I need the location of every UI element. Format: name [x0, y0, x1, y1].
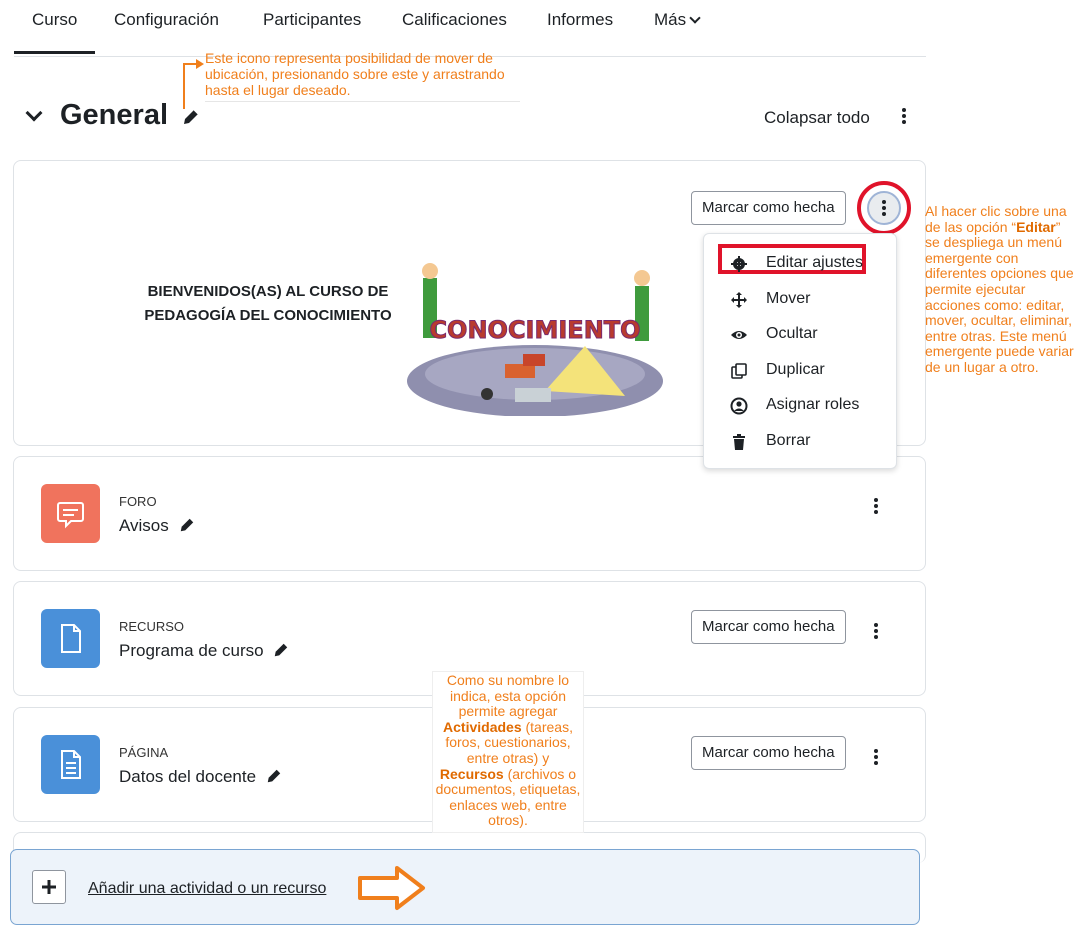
move-arrows-icon — [731, 292, 747, 308]
chat-bubble-icon — [57, 502, 84, 529]
section-kebab-icon[interactable] — [902, 108, 906, 126]
forum-activity-icon — [41, 484, 100, 543]
activity-name-text: Avisos — [119, 516, 169, 535]
menu-item-mover[interactable]: Mover — [730, 290, 810, 308]
collapse-all-link[interactable]: Colapsar todo — [764, 108, 870, 128]
menu-item-label: Mover — [766, 290, 811, 307]
activity-name[interactable]: Avisos — [119, 516, 195, 536]
pencil-icon[interactable] — [266, 768, 282, 784]
activity-name-text: Programa de curso — [119, 641, 264, 660]
activity-name-text: Datos del docente — [119, 767, 257, 786]
add-activity-box[interactable]: Añadir una actividad o un recurso — [10, 849, 920, 925]
pencil-icon[interactable] — [179, 517, 195, 533]
tab-calificaciones[interactable]: Calificaciones — [402, 10, 507, 30]
trash-icon — [733, 434, 745, 450]
welcome-text: BIENVENIDOS(AS) AL CURSO DE PEDAGOGÍA DE… — [144, 283, 392, 324]
resource-activity-icon — [41, 609, 100, 668]
menu-item-label: Ocultar — [766, 325, 818, 342]
activity-type: PÁGINA — [119, 745, 169, 760]
menu-item-label: Asignar roles — [766, 396, 860, 413]
annotation-bold: Editar — [1016, 218, 1056, 235]
activity-kebab-icon[interactable] — [874, 749, 878, 767]
activity-kebab-icon[interactable] — [874, 498, 878, 516]
file-icon — [61, 624, 81, 653]
annotation-move-icon: Este icono representa posibilidad de mov… — [205, 50, 520, 102]
section-title: General — [60, 99, 200, 132]
menu-item-ocultar[interactable]: Ocultar — [730, 325, 818, 343]
annotation-edit-menu: Al hacer clic sobre una de las opción “E… — [925, 203, 1077, 376]
plus-icon — [42, 880, 56, 894]
menu-item-asignar-roles[interactable]: Asignar roles — [730, 396, 860, 415]
page-activity-icon — [41, 735, 100, 794]
tab-mas[interactable]: Más — [654, 10, 701, 30]
activity-type: FORO — [119, 494, 157, 509]
activity-kebab-icon[interactable] — [874, 623, 878, 641]
menu-item-borrar[interactable]: Borrar — [730, 432, 810, 450]
section-collapse-chevron-icon[interactable] — [25, 104, 43, 122]
tab-mas-label: Más — [654, 10, 687, 29]
menu-item-editar-ajustes[interactable]: Editar ajustes — [730, 254, 863, 272]
annotation-text: ” se despliega un menú emergente con dif… — [925, 218, 1074, 375]
annotation-bold: Recursos — [439, 765, 504, 782]
section-title-text: General — [60, 99, 168, 131]
add-button[interactable] — [32, 870, 66, 904]
add-activity-link[interactable]: Añadir una actividad o un recurso — [88, 880, 326, 898]
menu-item-duplicar[interactable]: Duplicar — [730, 361, 825, 379]
annotation-text: Como su nombre lo indica, esta opción pe… — [446, 672, 570, 720]
annotation-arrow-icon — [358, 866, 425, 910]
menu-item-label: Duplicar — [766, 361, 825, 378]
annotation-add-activity: Como su nombre lo indica, esta opción pe… — [432, 671, 584, 833]
tab-informes[interactable]: Informes — [547, 10, 613, 30]
mark-done-button[interactable]: Marcar como hecha — [691, 191, 846, 225]
annotation-bold: Actividades — [443, 718, 522, 735]
menu-item-label: Editar ajustes — [766, 254, 863, 271]
activity-type: RECURSO — [119, 619, 185, 634]
eye-icon — [731, 331, 747, 339]
duplicate-icon — [731, 363, 747, 379]
mark-done-button[interactable]: Marcar como hecha — [691, 736, 846, 770]
menu-item-label: Borrar — [766, 432, 811, 449]
course-nav: Curso Configuración Participantes Califi… — [13, 0, 926, 57]
user-circle-icon — [730, 397, 748, 415]
document-icon — [61, 750, 81, 779]
tab-curso[interactable]: Curso — [13, 10, 96, 54]
course-banner-image: CONOCIMIENTO — [407, 263, 663, 416]
gear-icon — [731, 256, 747, 272]
activity-name[interactable]: Programa de curso — [119, 641, 289, 661]
action-menu: Editar ajustes Mover Ocultar Duplicar As… — [703, 233, 897, 469]
banner-word: CONOCIMIENTO — [429, 316, 640, 344]
tab-participantes[interactable]: Participantes — [263, 10, 361, 30]
activity-name[interactable]: Datos del docente — [119, 767, 282, 787]
highlight-circle — [857, 181, 911, 235]
annotation-arrow-line — [183, 63, 197, 65]
pencil-icon[interactable] — [273, 642, 289, 658]
tab-configuracion[interactable]: Configuración — [114, 10, 219, 30]
chevron-down-icon — [689, 12, 701, 24]
mark-done-button[interactable]: Marcar como hecha — [691, 610, 846, 644]
annotation-arrow-head — [196, 59, 204, 69]
pencil-icon[interactable] — [182, 108, 200, 126]
activity-card-foro[interactable]: FORO Avisos — [13, 456, 926, 571]
